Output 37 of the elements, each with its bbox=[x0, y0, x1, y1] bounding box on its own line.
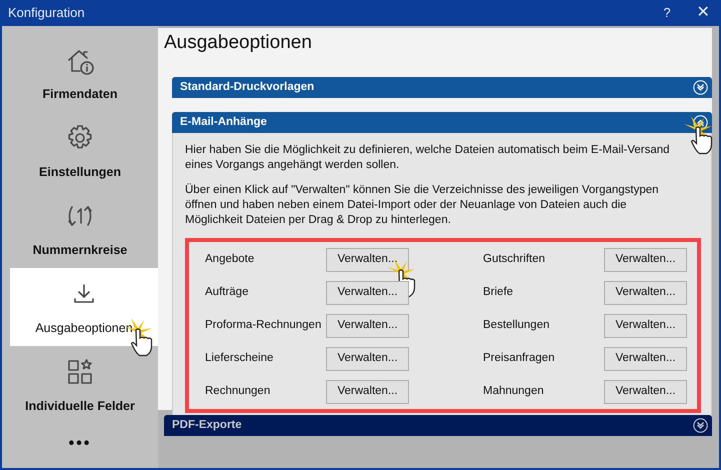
help-button[interactable]: ? bbox=[649, 0, 685, 26]
sidebar-item[interactable]: Firmendaten bbox=[2, 34, 158, 112]
sidebar-item[interactable]: Nummernkreise bbox=[2, 190, 158, 268]
manage-button[interactable]: Verwalten... bbox=[326, 380, 409, 404]
manage-button[interactable]: Verwalten... bbox=[604, 346, 687, 371]
manage-button[interactable]: Verwalten... bbox=[326, 280, 409, 305]
section-title: E-Mail-Anhänge bbox=[180, 114, 268, 130]
row-label: Rechnungen bbox=[205, 384, 272, 400]
expand-icon bbox=[693, 80, 708, 95]
section-header[interactable]: PDF-Exporte bbox=[164, 415, 712, 436]
row-label: Angebote bbox=[205, 252, 256, 268]
manage-button[interactable]: Verwalten... bbox=[326, 346, 409, 371]
description-text: Über einen Klick auf "Verwalten" können Sie die Verzeichnisse des jeweiligen Vorgangstypen öffnen und haben neben einem Datei-Import oder der Neuanlage von Dateien auch die Möglichkeit Dateien per Drag & Drop zu hinterlegen. bbox=[185, 182, 660, 228]
row-label: Mahnungen bbox=[483, 384, 545, 400]
section-title: PDF-Exporte bbox=[172, 418, 243, 433]
expand-icon bbox=[693, 418, 708, 433]
manage-button[interactable]: Verwalten... bbox=[604, 280, 687, 305]
sidebar-item[interactable]: ••• bbox=[2, 424, 158, 464]
page-heading: Ausgabeoptionen bbox=[164, 32, 313, 55]
row-label: Aufträge bbox=[205, 285, 250, 300]
manage-button[interactable]: Verwalten... bbox=[326, 314, 409, 338]
row-label: Briefe bbox=[483, 285, 514, 300]
manage-button[interactable]: Verwalten... bbox=[604, 248, 687, 272]
row-label: Bestellungen bbox=[483, 318, 550, 334]
row-label: Lieferscheine bbox=[205, 351, 274, 366]
window-title: Konfiguration bbox=[7, 4, 86, 22]
manage-button[interactable]: Verwalten... bbox=[604, 314, 687, 338]
section-header[interactable]: Standard-Druckvorlagen bbox=[172, 76, 712, 98]
row-label: Gutschriften bbox=[483, 252, 546, 268]
close-button[interactable]: ✕ bbox=[685, 0, 721, 26]
sidebar-item[interactable]: Einstellungen bbox=[2, 112, 158, 190]
manage-button[interactable]: Verwalten... bbox=[604, 380, 687, 404]
sidebar-item[interactable]: Individuelle Felder bbox=[2, 346, 158, 424]
row-label: Proforma-Rechnungen bbox=[205, 318, 322, 334]
description-text: Hier haben Sie die Möglichkeit zu definieren, welche Dateien automatisch beim E-Mail-Versand eines Vorgangs angehängt werden sollen. bbox=[185, 142, 671, 173]
section-title: Standard-Druckvorlagen bbox=[180, 80, 316, 95]
row-label: Preisanfragen bbox=[483, 351, 556, 366]
